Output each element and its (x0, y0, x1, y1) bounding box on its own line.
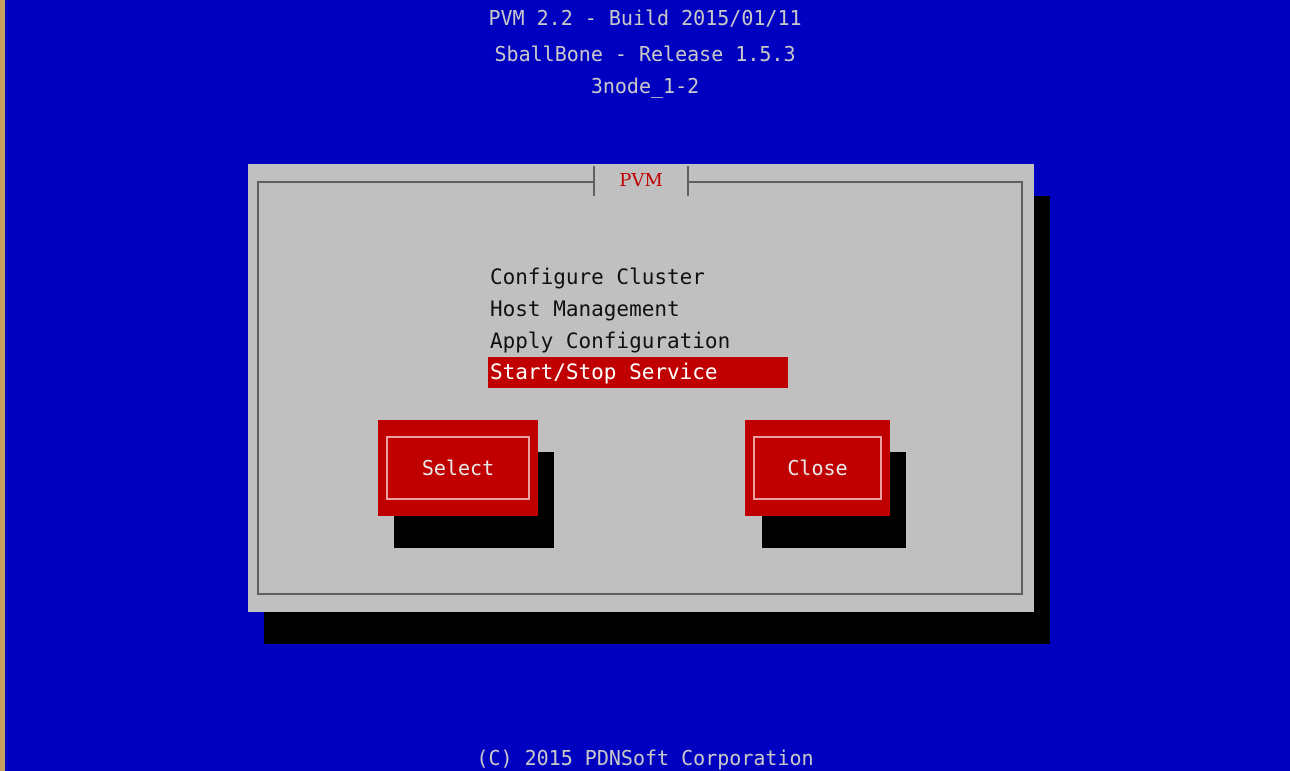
node-name-text: 3node_1-2 (590, 74, 700, 98)
main-dialog: PVM Configure Cluster Host Management Ap… (248, 164, 1034, 612)
close-button[interactable]: Close (745, 420, 890, 516)
main-menu: Configure Cluster Host Management Apply … (488, 261, 788, 389)
copyright-text: (C) 2015 PDNSoft Corporation (476, 746, 814, 770)
select-button[interactable]: Select (378, 420, 538, 516)
window-left-edge (0, 0, 5, 771)
select-button-label: Select (386, 436, 530, 500)
menu-item-configure-cluster[interactable]: Configure Cluster (488, 261, 707, 293)
release-text: SballBone - Release 1.5.3 (494, 42, 796, 66)
dialog-title: PVM (619, 170, 663, 191)
title-left-tick (593, 166, 595, 196)
menu-item-start-stop-service[interactable]: Start/Stop Service (488, 357, 788, 388)
menu-item-apply-configuration[interactable]: Apply Configuration (488, 325, 732, 357)
title-right-tick (687, 166, 689, 196)
close-button-label: Close (753, 436, 882, 500)
product-version-text: PVM 2.2 - Build 2015/01/11 (488, 6, 802, 30)
menu-item-host-management[interactable]: Host Management (488, 293, 682, 325)
